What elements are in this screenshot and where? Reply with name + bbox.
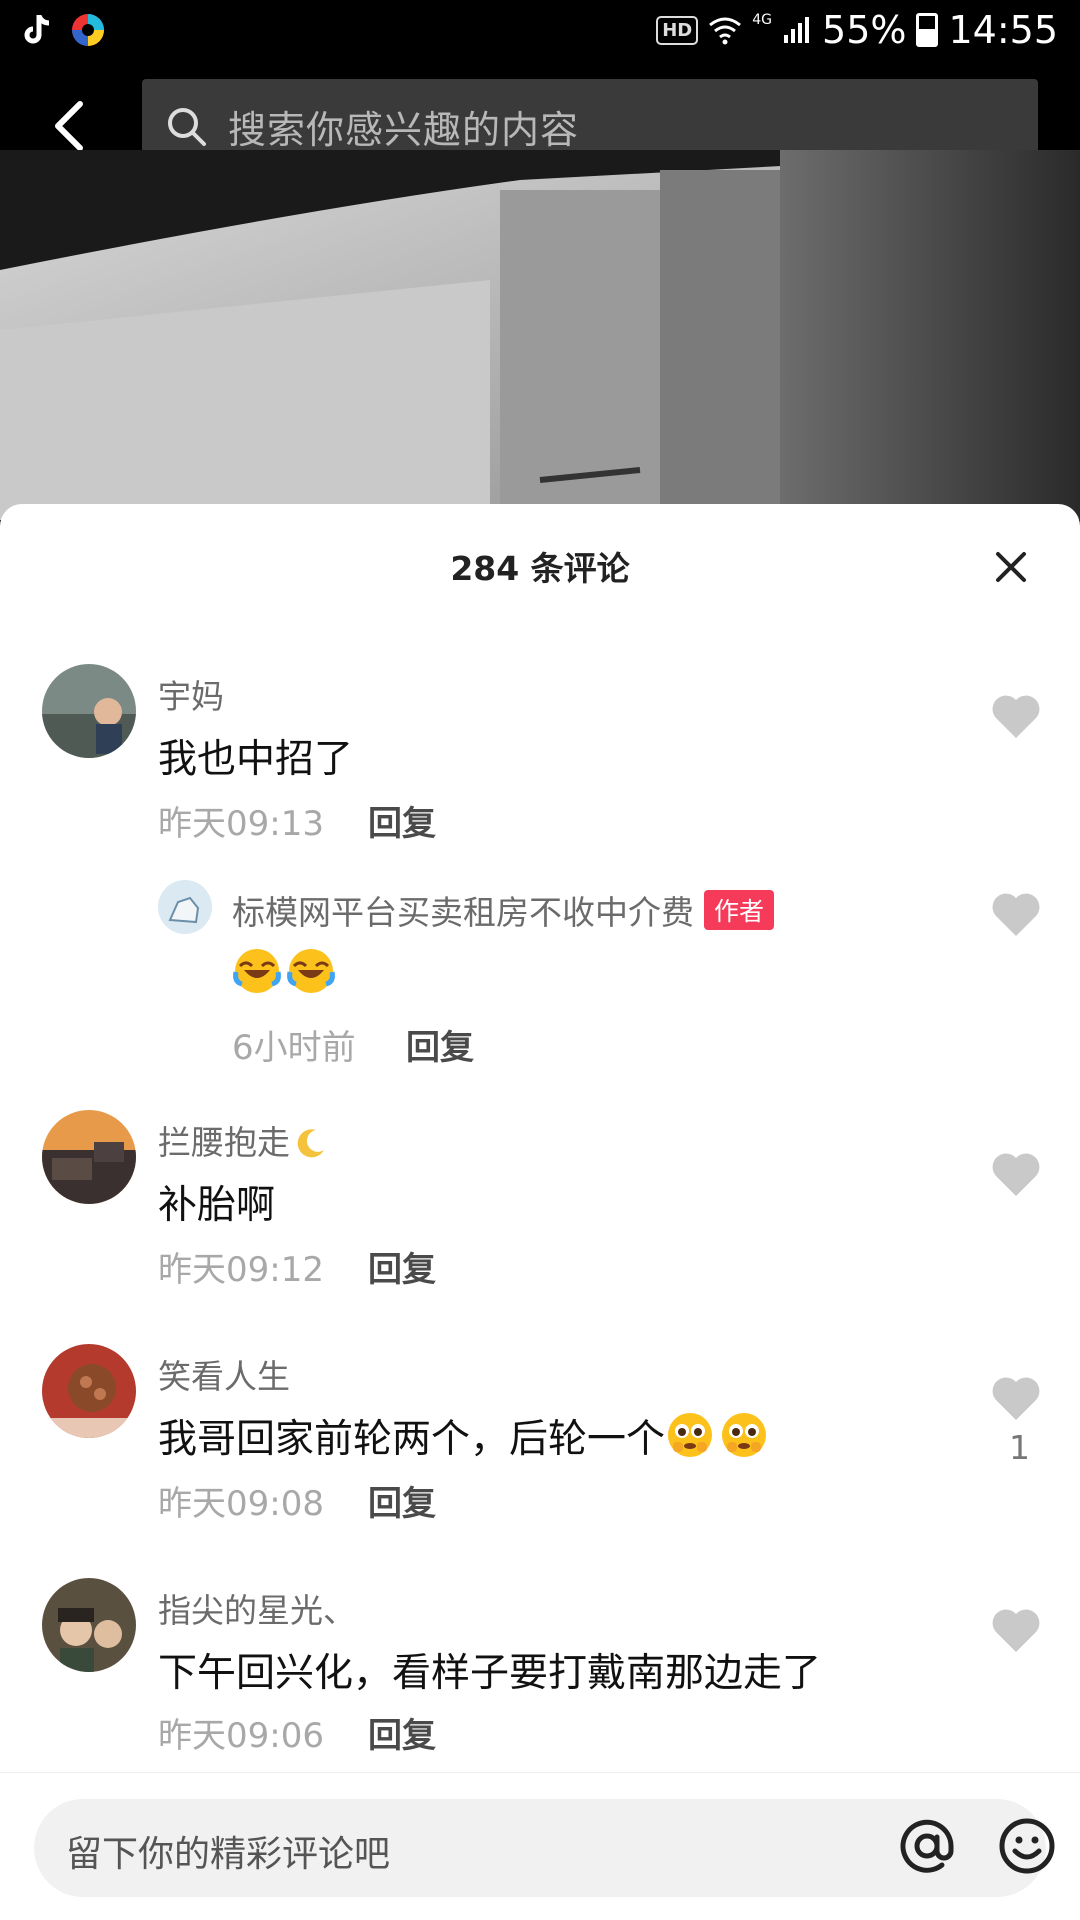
clock: 14:55 (948, 8, 1058, 52)
face-with-tears-of-joy-icon (287, 949, 335, 993)
heart-icon[interactable] (990, 1374, 1042, 1422)
avatar[interactable] (158, 880, 212, 934)
reply-button[interactable]: 回复 (368, 1476, 436, 1525)
heart-icon[interactable] (990, 1606, 1042, 1654)
like-count: 1 (1009, 1428, 1030, 1467)
pleading-face-icon (668, 1413, 713, 1457)
network-type: 4G (752, 12, 773, 28)
emoji-icon[interactable] (992, 1811, 1062, 1881)
author-badge: 作者 (704, 890, 775, 930)
heart-icon[interactable] (990, 692, 1042, 740)
battery-icon (916, 13, 939, 47)
comment-username[interactable]: 指尖的星光、 (158, 1584, 356, 1632)
wifi-icon (709, 17, 742, 45)
avatar[interactable] (42, 1578, 136, 1672)
signal-icon (784, 17, 810, 43)
hd-badge: HD (656, 15, 699, 45)
video-frame-image (0, 150, 1080, 520)
search-placeholder: 搜索你感兴趣的内容 (228, 107, 580, 152)
heart-icon[interactable] (990, 1150, 1042, 1198)
reply-button[interactable]: 回复 (368, 796, 436, 845)
comment-text: 补胎啊 (158, 1183, 276, 1228)
comment-text-body: 我哥回家前轮两个，后轮一个 (158, 1417, 666, 1462)
search-icon (168, 108, 206, 146)
comment-time: 昨天09:06 (158, 1716, 324, 1756)
comment-text: 我也中招了 (158, 737, 354, 782)
author-name[interactable]: 标模网平台买卖租房不收中介费 (232, 893, 694, 932)
comment-text: 下午回兴化，看样子要打戴南那边走了 (158, 1651, 822, 1696)
comment-input-bar: 留下你的精彩评论吧 (0, 1772, 1080, 1920)
reply-button[interactable]: 回复 (406, 1020, 474, 1069)
comment-input[interactable]: 留下你的精彩评论吧 (34, 1799, 1055, 1897)
comments-count-title: 284 条评论 (450, 549, 630, 588)
back-arrow-icon[interactable] (40, 94, 100, 158)
comment-username[interactable]: 标模网平台买卖租房不收中介费 作者 (232, 886, 775, 934)
battery-percent: 55% (822, 8, 907, 52)
pleading-face-icon (722, 1413, 767, 1457)
video-preview[interactable] (0, 150, 1080, 520)
reply-button[interactable]: 回复 (368, 1708, 436, 1757)
username-text[interactable]: 拦腰抱走 (158, 1123, 290, 1162)
reply-button[interactable]: 回复 (368, 1242, 436, 1291)
comment-input-placeholder: 留下你的精彩评论吧 (66, 1834, 391, 1875)
comment-username[interactable]: 拦腰抱走 (158, 1116, 328, 1164)
comment-time: 昨天09:08 (158, 1484, 324, 1524)
tiktok-notification-icon (24, 14, 50, 44)
app-notification-icon (72, 14, 104, 46)
status-bar: HD 4G 55% 14:55 (0, 0, 1080, 64)
comment-text: 我哥回家前轮两个，后轮一个 (158, 1408, 773, 1464)
comment-time: 6小时前 (232, 1028, 356, 1068)
face-with-tears-of-joy-icon (233, 949, 281, 993)
comment-time: 昨天09:13 (158, 804, 324, 844)
comment-username[interactable]: 宇妈 (158, 670, 224, 718)
comments-sheet: 284 条评论 宇妈 我也中招了 昨天09:13 回复 标模网平台买卖租房不收中… (0, 504, 1080, 1920)
avatar[interactable] (42, 1110, 136, 1204)
heart-icon[interactable] (990, 890, 1042, 938)
comment-text (232, 946, 340, 998)
close-icon[interactable] (988, 544, 1034, 590)
comment-time: 昨天09:12 (158, 1250, 324, 1290)
comment-username[interactable]: 笑看人生 (158, 1350, 290, 1398)
avatar[interactable] (42, 664, 136, 758)
mention-icon[interactable] (892, 1811, 962, 1881)
avatar[interactable] (42, 1344, 136, 1438)
crescent-moon-icon (297, 1129, 324, 1158)
